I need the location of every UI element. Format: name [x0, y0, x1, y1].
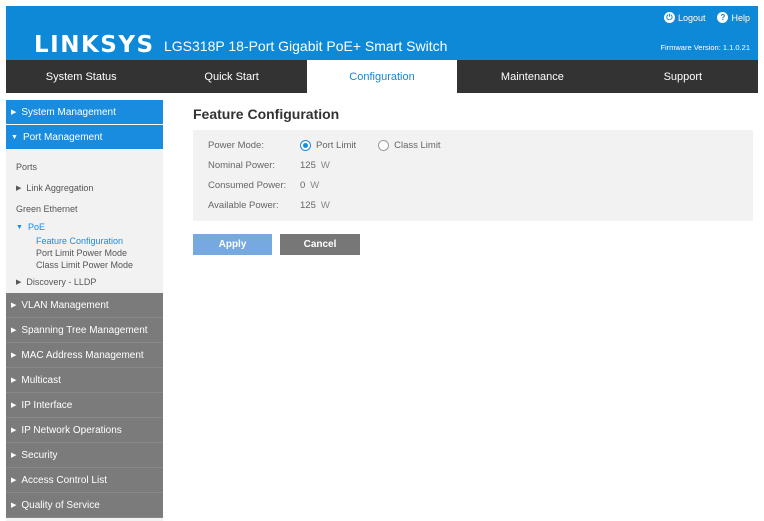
- sidebar-item-vlan-management[interactable]: ▶ VLAN Management: [6, 293, 163, 318]
- consumed-power-value: 0: [300, 180, 306, 191]
- logout-link[interactable]: ⏻ Logout: [663, 12, 706, 23]
- sidebar-item-ip-network-operations[interactable]: ▶ IP Network Operations: [6, 418, 163, 443]
- power-icon: ⏻: [663, 12, 675, 23]
- sidebar-item-spanning-tree[interactable]: ▶ Spanning Tree Management: [6, 318, 163, 343]
- sidebar-item-label: VLAN Management: [21, 299, 109, 311]
- sidebar-item-label: Port Management: [22, 131, 103, 143]
- sidebar-item-system-management[interactable]: ▶ System Management: [6, 100, 163, 125]
- tab-system-status[interactable]: System Status: [6, 60, 156, 93]
- class-limit-label: Class Limit: [394, 140, 441, 151]
- top-links: ⏻ Logout ? Help: [663, 12, 750, 23]
- nominal-power-unit: W: [320, 160, 330, 171]
- triangle-right-icon: ▶: [11, 352, 17, 359]
- consumed-power-row: Consumed Power: 0 W: [208, 180, 319, 191]
- feature-config-panel: Power Mode: Port Limit Class Limit Nomin…: [193, 130, 753, 221]
- triangle-right-icon: ▶: [11, 427, 17, 434]
- available-power-row: Available Power: 125 W: [208, 200, 330, 211]
- port-limit-label: Port Limit: [316, 140, 357, 151]
- sidebar-item-label: Spanning Tree Management: [21, 324, 148, 336]
- nominal-power-value: 125: [300, 160, 316, 171]
- tab-quick-start[interactable]: Quick Start: [156, 60, 306, 93]
- sidebar-item-class-limit-power-mode[interactable]: Class Limit Power Mode: [6, 259, 163, 271]
- sidebar-item-label: PoE: [27, 222, 45, 232]
- sidebar-item-ip-interface[interactable]: ▶ IP Interface: [6, 393, 163, 418]
- sidebar-item-label: System Management: [21, 106, 116, 118]
- logout-label: Logout: [677, 12, 706, 23]
- help-icon: ?: [717, 12, 729, 23]
- cancel-button[interactable]: Cancel: [280, 234, 360, 255]
- sidebar-item-security[interactable]: ▶ Security: [6, 443, 163, 468]
- tab-support[interactable]: Support: [608, 60, 758, 93]
- sidebar-item-quality-of-service[interactable]: ▶ Quality of Service: [6, 493, 163, 518]
- available-power-value: 125: [300, 200, 316, 211]
- power-mode-row: Power Mode: Port Limit Class Limit: [208, 140, 463, 151]
- triangle-right-icon: ▶: [11, 452, 17, 459]
- sidebar-item-label: IP Interface: [21, 399, 73, 411]
- help-link[interactable]: ? Help: [717, 12, 750, 23]
- sidebar-item-poe[interactable]: ▼ PoE: [6, 219, 163, 235]
- triangle-right-icon: ▶: [11, 502, 17, 509]
- triangle-right-icon: ▶: [11, 302, 17, 309]
- class-limit-option[interactable]: Class Limit: [378, 140, 441, 151]
- available-power-label: Available Power:: [208, 200, 279, 211]
- sidebar-item-multicast[interactable]: ▶ Multicast: [6, 368, 163, 393]
- consumed-power-unit: W: [310, 180, 320, 191]
- product-name: LGS318P 18-Port Gigabit PoE+ Smart Switc…: [164, 38, 448, 54]
- sidebar-item-port-management[interactable]: ▼ Port Management: [6, 125, 163, 150]
- port-limit-option[interactable]: Port Limit: [300, 140, 356, 151]
- triangle-right-icon: ▶: [11, 477, 17, 484]
- sidebar-item-mac-address[interactable]: ▶ MAC Address Management: [6, 343, 163, 368]
- firmware-version: Firmware Version: 1.1.0.21: [660, 43, 750, 52]
- class-limit-radio[interactable]: [378, 140, 390, 151]
- sidebar-item-label: Security: [21, 449, 58, 461]
- sidebar-item-label: Access Control List: [21, 474, 107, 486]
- sidebar-item-label: Ports: [16, 161, 38, 172]
- triangle-right-icon: ▶: [11, 377, 17, 384]
- apply-button[interactable]: Apply: [193, 234, 272, 255]
- triangle-right-icon: ▶: [11, 109, 17, 116]
- help-label: Help: [731, 12, 750, 23]
- sidebar-item-discovery-lldp[interactable]: ▶ Discovery - LLDP: [6, 271, 163, 293]
- triangle-down-icon: ▼: [16, 223, 23, 231]
- header-bar: LINKSYS LGS318P 18-Port Gigabit PoE+ Sma…: [6, 6, 758, 60]
- power-mode-label: Power Mode:: [208, 140, 264, 151]
- sidebar-item-feature-configuration[interactable]: Feature Configuration: [6, 235, 163, 247]
- triangle-right-icon: ▶: [11, 402, 17, 409]
- sidebar-item-label: IP Network Operations: [21, 424, 122, 436]
- sidebar-item-green-ethernet[interactable]: Green Ethernet: [6, 198, 163, 219]
- triangle-right-icon: ▶: [11, 327, 17, 334]
- sidebar-item-label: Quality of Service: [21, 499, 100, 511]
- page-title: Feature Configuration: [193, 106, 340, 122]
- triangle-down-icon: ▼: [11, 133, 18, 141]
- sidebar-item-label: Multicast: [21, 374, 61, 386]
- sidebar-item-ports[interactable]: Ports: [6, 156, 163, 177]
- nominal-power-label: Nominal Power:: [208, 160, 276, 171]
- nominal-power-row: Nominal Power: 125 W: [208, 160, 330, 171]
- triangle-right-icon: ▶: [16, 279, 22, 286]
- available-power-unit: W: [320, 200, 330, 211]
- consumed-power-label: Consumed Power:: [208, 180, 287, 191]
- sidebar-item-label: Discovery - LLDP: [26, 277, 97, 287]
- sidebar-item-label: MAC Address Management: [21, 349, 144, 361]
- sidebar-item-access-control-list[interactable]: ▶ Access Control List: [6, 468, 163, 493]
- linksys-logo: LINKSYS: [34, 32, 155, 58]
- port-limit-radio[interactable]: [300, 140, 311, 151]
- sidebar-item-label: Link Aggregation: [26, 182, 94, 193]
- sidebar-item-link-aggregation[interactable]: ▶ Link Aggregation: [6, 177, 163, 198]
- sidebar-item-label: Green Ethernet: [16, 203, 78, 214]
- tab-maintenance[interactable]: Maintenance: [457, 60, 607, 93]
- triangle-right-icon: ▶: [16, 184, 22, 192]
- sidebar: ▶ System Management ▼ Port Management Po…: [6, 100, 163, 521]
- tab-configuration[interactable]: Configuration: [306, 60, 458, 93]
- sidebar-item-port-limit-power-mode[interactable]: Port Limit Power Mode: [6, 247, 163, 259]
- main-nav: System Status Quick Start Configuration …: [6, 60, 758, 93]
